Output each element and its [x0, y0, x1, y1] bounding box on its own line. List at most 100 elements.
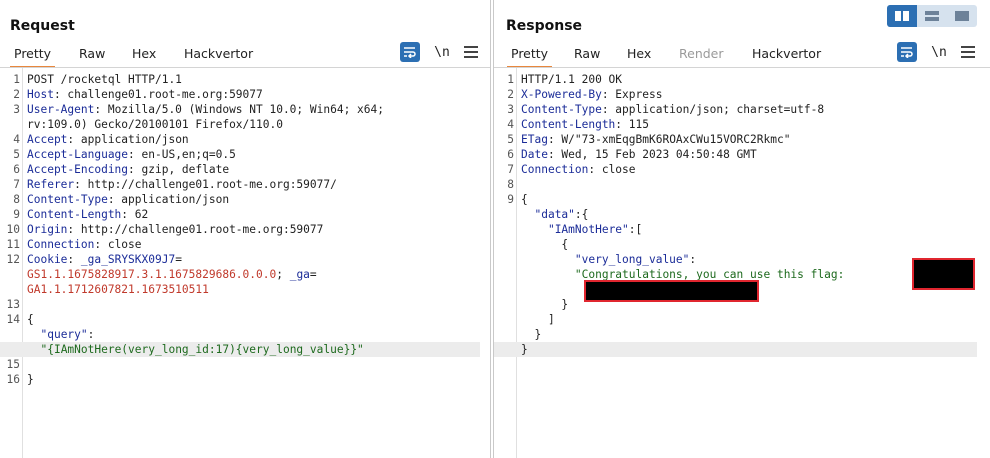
line-number: 7: [507, 163, 514, 176]
code-token: : gzip, deflate: [128, 163, 230, 176]
response-tab-raw[interactable]: Raw: [574, 44, 600, 66]
line-number: 6: [507, 148, 514, 161]
response-toolbar: \n: [897, 42, 975, 62]
code-token: Accept: [27, 133, 68, 146]
code-token: Origin: [27, 223, 68, 236]
code-token: Content-Length: [521, 118, 616, 131]
code-token: Cookie: [27, 253, 68, 266]
response-wrap-lines-button[interactable]: [897, 42, 917, 62]
request-line: 12 Cookie: _ga_SRYSKX09J7=: [0, 252, 480, 267]
layout-side-by-side-button[interactable]: [887, 5, 917, 27]
code-token: }: [521, 328, 542, 341]
line-code: Connection: close: [27, 237, 142, 252]
response-editor[interactable]: 1 HTTP/1.1 200 OK 2 X-Powered-By: Express 3 C…: [494, 68, 990, 458]
code-token: "IAmNotHere": [547, 223, 629, 236]
response-title: Response: [506, 18, 583, 34]
line-code: X-Powered-By: Express: [521, 87, 662, 102]
code-token: Accept-Encoding: [27, 163, 129, 176]
code-token: : Wed, 15 Feb 2023 04:50:48 GMT: [547, 148, 757, 161]
line-number: 16: [6, 373, 20, 386]
line-number: 12: [6, 253, 20, 266]
layout-stacked-button[interactable]: [917, 5, 947, 27]
line-code: }: [521, 327, 541, 342]
line-number: 14: [6, 313, 20, 326]
response-tab-hackvertor[interactable]: Hackvertor: [752, 44, 821, 66]
request-editor[interactable]: 1 POST /rocketql HTTP/1.1 2 Host: challenge…: [0, 68, 490, 458]
line-code: "very_long_value":: [521, 252, 696, 267]
line-code: Content-Length: 115: [521, 117, 649, 132]
line-number: 3: [507, 103, 514, 116]
code-token: _ga_SRYSKX09J7: [80, 253, 176, 266]
request-wrap-lines-button[interactable]: [400, 42, 420, 62]
response-tab-pretty[interactable]: Pretty: [506, 44, 553, 68]
request-line: GS1.1.1675828917.3.1.1675829686.0.0.0; _…: [0, 267, 480, 282]
request-line: GA1.1.1712607821.1673510511: [0, 282, 480, 297]
line-number: 11: [6, 238, 20, 251]
code-token: }: [521, 343, 528, 356]
code-token: Host: [27, 88, 54, 101]
response-line: 9{: [494, 192, 977, 207]
code-token: : 62: [121, 208, 149, 221]
redacted-flag-box-2: [584, 280, 759, 302]
response-newline-toggle[interactable]: \n: [929, 45, 949, 60]
code-token: HTTP/1.1 200 OK: [521, 73, 623, 86]
line-code: ]: [521, 312, 555, 327]
line-number: 4: [13, 133, 20, 146]
layout-single-button[interactable]: [947, 5, 977, 27]
request-newline-toggle[interactable]: \n: [432, 45, 452, 60]
line-code: GS1.1.1675828917.3.1.1675829686.0.0.0; _…: [27, 267, 317, 282]
line-code: "data":{: [521, 207, 588, 222]
code-token: {: [27, 313, 34, 326]
code-token: : W/"73-xmEqgBmK6ROAxCWu15VORC2Rkmc": [547, 133, 791, 146]
request-tab-hex[interactable]: Hex: [132, 44, 156, 66]
code-token: Content-Type: [521, 103, 602, 116]
request-line: 11 Connection: close: [0, 237, 480, 252]
request-line: 10 Origin: http://challenge01.root-me.org…: [0, 222, 480, 237]
request-line: 6 Accept-Encoding: gzip, deflate: [0, 162, 480, 177]
request-tab-pretty[interactable]: Pretty: [9, 44, 56, 68]
response-menu-icon[interactable]: [961, 46, 975, 58]
line-number: 5: [507, 133, 514, 146]
response-tab-hex[interactable]: Hex: [627, 44, 651, 66]
line-code: Referer: http://challenge01.root-me.org:…: [27, 177, 337, 192]
request-tab-hackvertor[interactable]: Hackvertor: [184, 44, 253, 66]
line-code: {: [521, 237, 568, 252]
request-line: "{IAmNotHere(very_long_id:17){very_long_…: [0, 342, 480, 357]
line-code: "IAmNotHere":[: [521, 222, 642, 237]
request-menu-icon[interactable]: [464, 46, 478, 58]
code-token: : challenge01.root-me.org:59077: [53, 88, 263, 101]
response-line: 6 Date: Wed, 15 Feb 2023 04:50:48 GMT: [494, 147, 977, 162]
layout-switch: [887, 5, 977, 27]
line-code: Accept: application/json: [27, 132, 189, 147]
code-token: Connection: [521, 163, 589, 176]
code-token: =: [309, 268, 317, 281]
rows-icon: [925, 11, 939, 21]
line-code: rv:109.0) Gecko/20100101 Firefox/110.0: [27, 117, 283, 132]
code-token: : Express: [601, 88, 663, 101]
code-token: : close: [94, 238, 142, 251]
line-code: Host: challenge01.root-me.org:59077: [27, 87, 263, 102]
request-line: 13: [0, 297, 480, 312]
line-code: HTTP/1.1 200 OK: [521, 72, 622, 87]
line-number: 3: [13, 103, 20, 116]
response-line: 3 Content-Type: application/json; charset…: [494, 102, 977, 117]
code-token: POST /rocketql HTTP/1.1: [27, 73, 182, 86]
line-code: Content-Type: application/json: [27, 192, 229, 207]
code-token: ;: [276, 268, 290, 281]
response-line: "data":{: [494, 207, 977, 222]
response-line: "IAmNotHere":[: [494, 222, 977, 237]
line-number: 8: [507, 178, 514, 191]
code-token: GA1.1.1712607821.1673510511: [27, 283, 209, 296]
code-token: : http://challenge01.root-me.org:59077: [67, 223, 324, 236]
response-line: ]: [494, 312, 977, 327]
redacted-flag-box-1: [912, 258, 975, 290]
response-line: 1 HTTP/1.1 200 OK: [494, 72, 977, 87]
request-tab-raw[interactable]: Raw: [79, 44, 105, 66]
line-code: }: [521, 342, 528, 357]
code-token: : 115: [615, 118, 649, 131]
code-token: "very_long_value": [574, 253, 690, 266]
code-token: Content-Type: [27, 193, 108, 206]
single-pane-icon: [955, 11, 969, 21]
